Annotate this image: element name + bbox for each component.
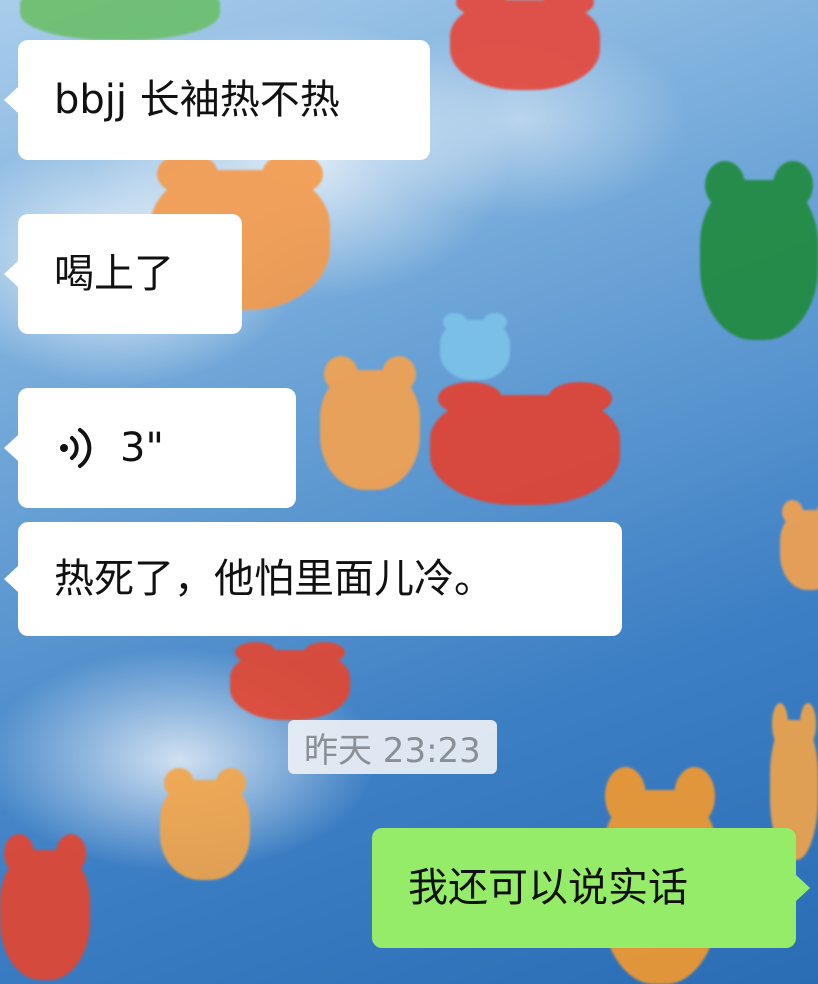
gummy-bear-decoration bbox=[160, 768, 250, 880]
message-bubble-incoming[interactable]: bbjj 长袖热不热 bbox=[4, 40, 430, 160]
message-timestamp: 昨天 23:23 bbox=[288, 720, 497, 774]
message-text: 喝上了 bbox=[54, 251, 174, 297]
gummy-bear-decoration bbox=[430, 381, 620, 505]
gummy-bear-decoration bbox=[780, 500, 818, 590]
gummy-bear-decoration bbox=[230, 641, 350, 720]
gummy-bear-decoration bbox=[450, 0, 600, 90]
gummy-bear-decoration bbox=[440, 312, 510, 380]
voice-duration: 3" bbox=[120, 425, 164, 471]
gummy-bear-decoration bbox=[0, 834, 90, 980]
voice-message-bubble[interactable]: 3" bbox=[4, 388, 296, 508]
message-text: bbjj 长袖热不热 bbox=[54, 77, 340, 123]
gummy-bear-decoration bbox=[20, 0, 220, 40]
voice-wave-icon bbox=[54, 426, 98, 470]
gummy-bear-decoration bbox=[320, 355, 420, 490]
message-bubble-incoming[interactable]: 热死了，他怕里面儿冷。 bbox=[4, 522, 622, 636]
message-bubble-incoming[interactable]: 喝上了 bbox=[4, 214, 242, 334]
message-text: 我还可以说实话 bbox=[408, 865, 688, 911]
message-text: 热死了，他怕里面儿冷。 bbox=[54, 556, 494, 602]
message-bubble-outgoing[interactable]: 我还可以说实话 bbox=[372, 828, 810, 948]
gummy-bear-decoration bbox=[700, 160, 818, 340]
